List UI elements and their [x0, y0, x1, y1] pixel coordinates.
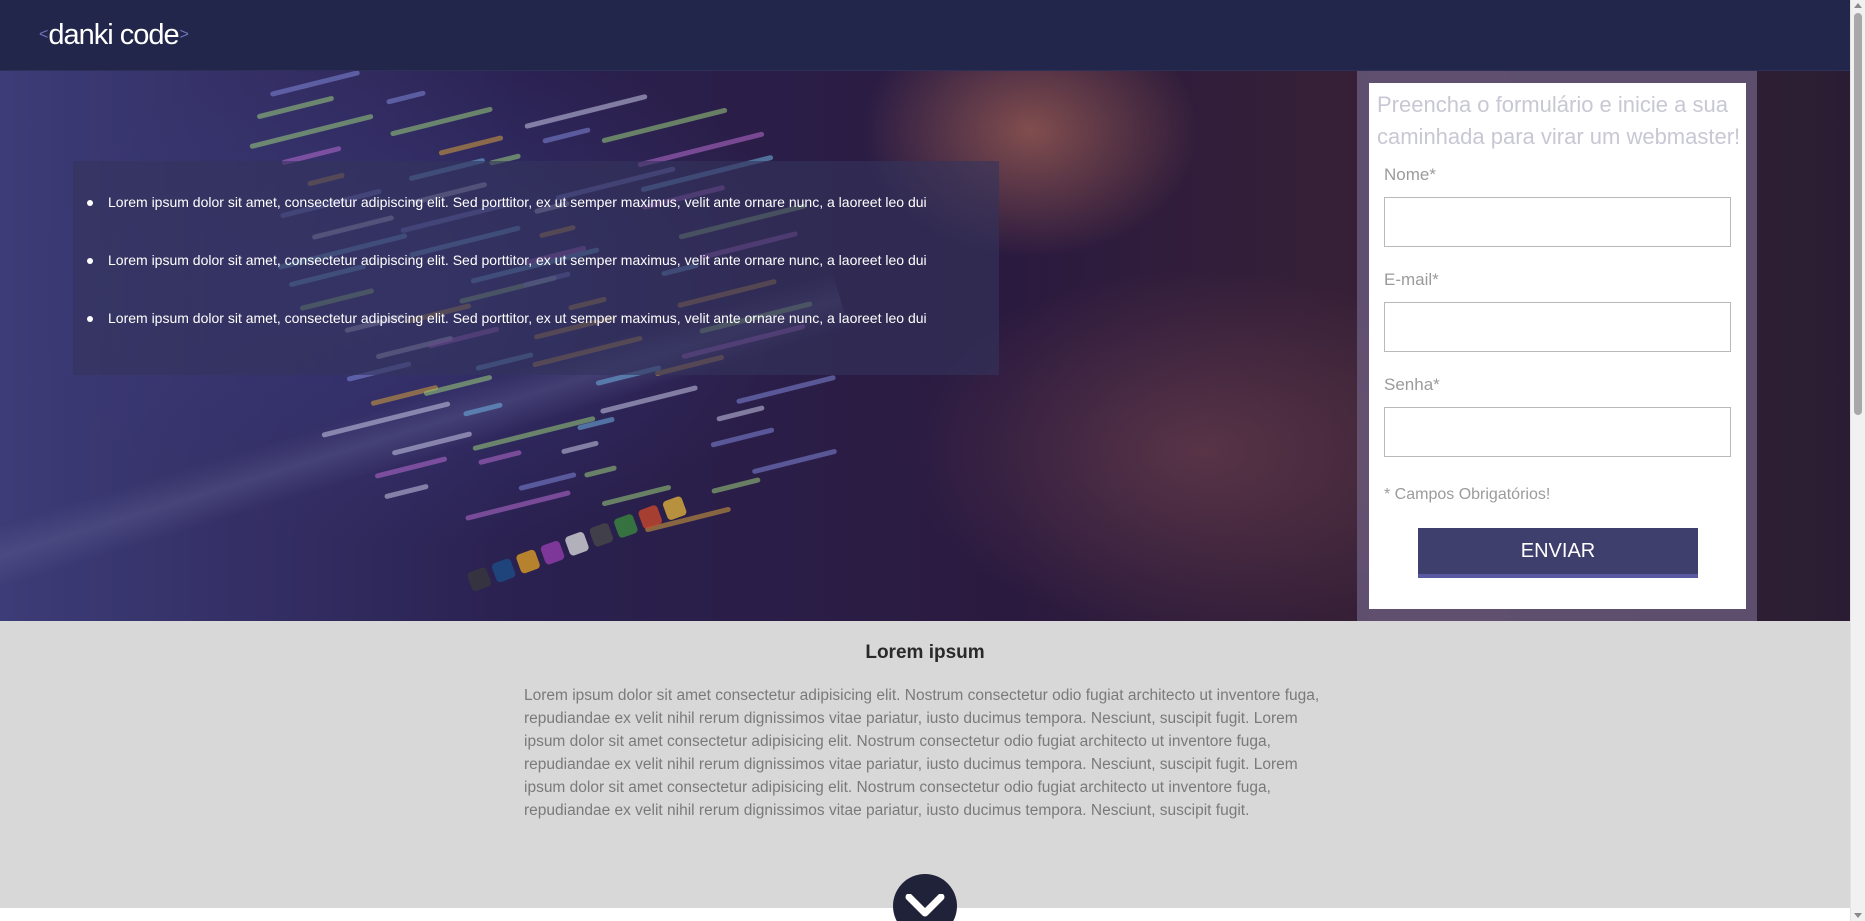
- signup-form: Preencha o formulário e inicie a sua cam…: [1369, 83, 1746, 609]
- background-code-stroke: [517, 471, 577, 492]
- page-scrollbar[interactable]: [1850, 0, 1865, 921]
- background-code-stroke: [710, 427, 775, 448]
- scrollbar-thumb[interactable]: [1854, 13, 1862, 415]
- features-panel: Lorem ipsum dolor sit amet, consectetur …: [73, 161, 999, 375]
- background-code-stroke: [560, 440, 599, 455]
- name-label: Nome*: [1384, 165, 1436, 184]
- background-code-stroke: [465, 490, 572, 521]
- background-code-stroke: [600, 107, 728, 144]
- background-code-stroke: [269, 71, 361, 98]
- submit-button[interactable]: ENVIAR: [1418, 528, 1698, 578]
- scroll-up-arrow-icon[interactable]: [1854, 3, 1862, 8]
- background-code-stroke: [477, 449, 522, 466]
- feature-item: Lorem ipsum dolor sit amet, consectetur …: [87, 194, 999, 252]
- logo-text: danki code: [48, 18, 179, 51]
- info-text: Lorem ipsum dolor sit amet consectetur a…: [524, 687, 1320, 819]
- logo-left-chevron: <: [39, 26, 48, 43]
- hero-background-dock: [466, 450, 813, 598]
- site-header: < danki code >: [0, 0, 1850, 71]
- background-code-stroke: [584, 465, 618, 478]
- feature-item: Lorem ipsum dolor sit amet, consectetur …: [87, 252, 999, 310]
- background-code-stroke: [736, 374, 837, 405]
- feature-item: Lorem ipsum dolor sit amet, consectetur …: [87, 310, 999, 368]
- email-field[interactable]: [1384, 302, 1731, 352]
- password-field[interactable]: [1384, 407, 1731, 457]
- name-field[interactable]: [1384, 197, 1731, 247]
- email-label: E-mail*: [1384, 270, 1439, 289]
- password-label: Senha*: [1384, 375, 1440, 394]
- background-code-stroke: [438, 135, 504, 156]
- background-code-stroke: [716, 405, 765, 422]
- background-code-stroke: [386, 90, 426, 105]
- background-code-stroke: [249, 113, 374, 150]
- background-code-stroke: [256, 95, 334, 120]
- scroll-down-arrow-icon[interactable]: [1854, 913, 1862, 918]
- background-code-stroke: [389, 106, 493, 137]
- background-code-stroke: [384, 483, 430, 500]
- required-fields-note: * Campos Obrigatórios!: [1384, 486, 1551, 503]
- chevron-down-icon: [905, 894, 945, 917]
- logo-right-chevron: >: [179, 26, 189, 43]
- form-title: Preencha o formulário e inicie a sua cam…: [1377, 92, 1741, 149]
- logo-link[interactable]: < danki code >: [38, 19, 189, 52]
- features-list: Lorem ipsum dolor sit amet, consectetur …: [87, 194, 999, 368]
- info-title: Lorem ipsum: [865, 642, 985, 663]
- background-code-stroke: [542, 127, 591, 144]
- info-section: Lorem ipsum Lorem ipsum dolor sit amet c…: [0, 621, 1850, 908]
- background-code-stroke: [524, 93, 648, 130]
